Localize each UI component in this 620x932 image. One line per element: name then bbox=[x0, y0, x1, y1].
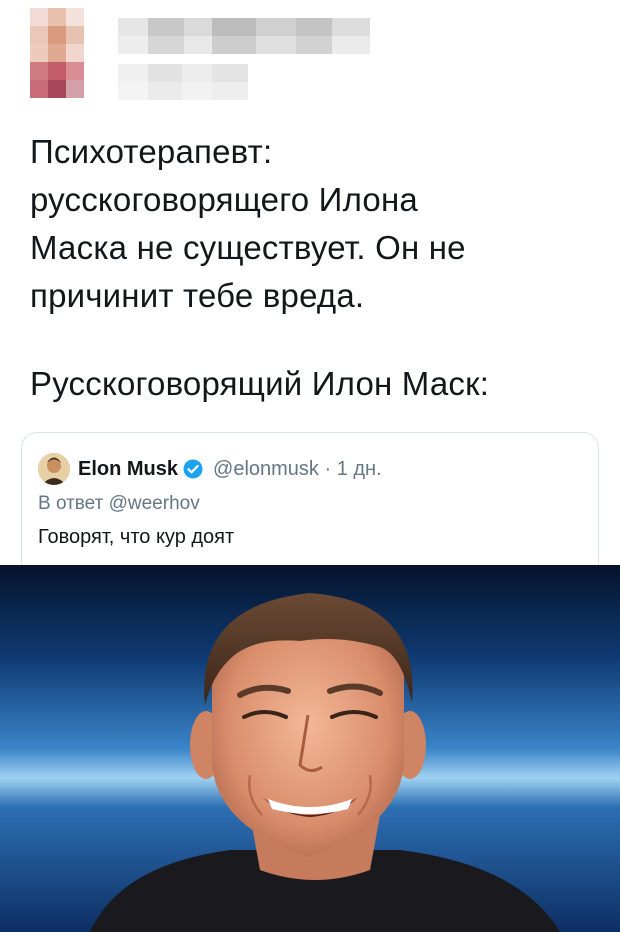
avatar-icon[interactable] bbox=[38, 453, 70, 485]
censored-author-name bbox=[118, 18, 370, 100]
tweet-text: Психотерапевт: русскоговорящего Илона Ма… bbox=[30, 128, 600, 408]
quoted-tweet-header: Elon Musk @elonmusk · 1 дн. bbox=[38, 453, 382, 485]
censored-avatar bbox=[30, 8, 102, 106]
quoted-tweet-card[interactable]: Elon Musk @elonmusk · 1 дн. В ответ @wee… bbox=[21, 432, 599, 582]
tweet-line: Психотерапевт: bbox=[30, 133, 273, 170]
tweet-line: русскоговорящего Илона bbox=[30, 181, 418, 218]
quoted-handle-and-time: @elonmusk · 1 дн. bbox=[213, 457, 382, 480]
tweet-line: Русскоговорящий Илон Маск: bbox=[30, 365, 490, 402]
verified-badge-icon bbox=[183, 459, 203, 479]
tweet-photo[interactable] bbox=[0, 565, 620, 932]
reply-to-label[interactable]: В ответ @weerhov bbox=[38, 493, 200, 515]
tweet-line: причинит тебе вреда. bbox=[30, 277, 365, 314]
quoted-author-name[interactable]: Elon Musk bbox=[78, 458, 178, 481]
tweet-author-header bbox=[0, 0, 620, 120]
quoted-tweet-text: Говорят, что кур доят bbox=[38, 526, 235, 548]
tweet-line: Маска не существует. Он не bbox=[30, 229, 466, 266]
